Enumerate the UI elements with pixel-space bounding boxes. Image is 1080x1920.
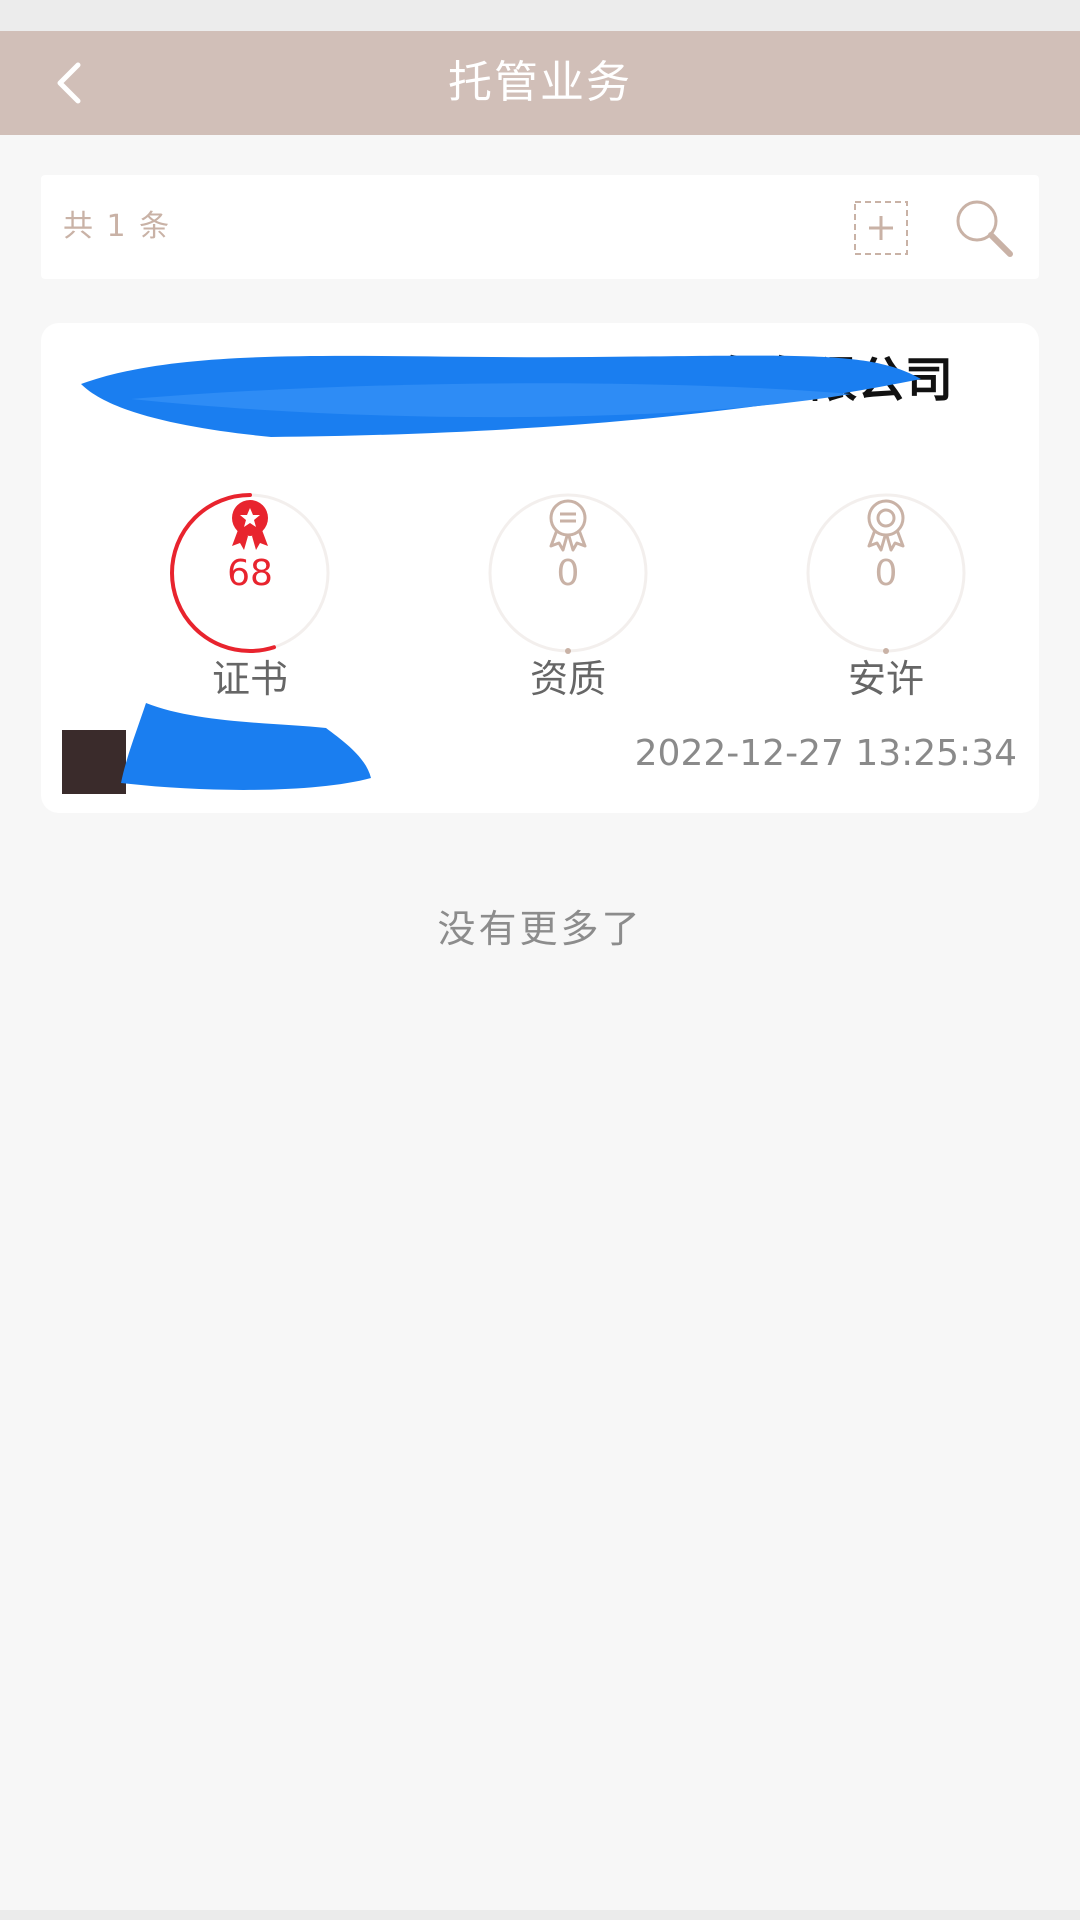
stat-label: 资质 [529, 657, 606, 701]
stat-value: 0 [874, 553, 898, 594]
search-button[interactable] [953, 197, 1015, 259]
safety-license-award-icon [867, 499, 905, 552]
stat-label: 安许 [847, 657, 924, 701]
qualification-award-icon [549, 499, 587, 552]
add-button[interactable] [853, 200, 909, 256]
status-bar [0, 0, 1080, 31]
list-toolbar: 共 1 条 [41, 175, 1039, 279]
stat-label: 证书 [211, 657, 288, 701]
stat-safety-licenses[interactable]: 0 安许 [776, 463, 996, 701]
stat-value: 68 [227, 553, 273, 594]
redaction-scribble [121, 703, 371, 790]
bottom-edge [0, 1910, 1080, 1920]
certificate-award-icon [232, 500, 268, 550]
stat-qualifications[interactable]: 0 资质 [458, 463, 678, 701]
business-card[interactable]: 务有限公司 68 证书 0 资质 [41, 323, 1039, 813]
created-datetime: 2022-12-27 13:25:34 [634, 733, 1017, 774]
no-more-text: 没有更多了 [437, 907, 643, 951]
stat-value: 0 [556, 553, 580, 594]
add-square-icon [854, 201, 908, 255]
search-icon [956, 200, 1013, 257]
stat-certificates[interactable]: 68 证书 [140, 463, 360, 701]
page-title: 托管业务 [448, 57, 632, 108]
result-count: 共 1 条 [63, 209, 172, 244]
redaction-scribble [81, 355, 921, 437]
nav-bar: 托管业务 [0, 31, 1080, 135]
